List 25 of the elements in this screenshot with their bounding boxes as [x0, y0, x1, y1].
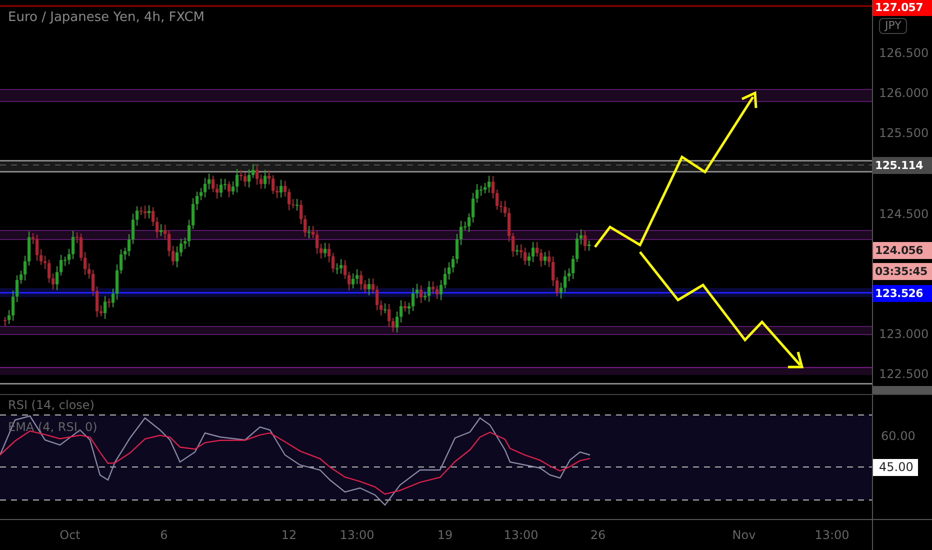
- rsi-tick-label: 60.00: [881, 430, 916, 442]
- price-badge: 03:35:45: [873, 263, 932, 280]
- time-tick-label: 13:00: [814, 529, 850, 541]
- price-tick-label: 126.500: [879, 47, 929, 59]
- time-tick-label: 6: [160, 529, 168, 541]
- rsi-value-badge: 45.00: [873, 459, 918, 476]
- price-tick-label: 122.500: [879, 368, 929, 380]
- price-badge: 123.526: [873, 285, 932, 302]
- time-tick-label: Nov: [732, 529, 756, 541]
- time-tick-label: 12: [281, 529, 297, 541]
- currency-button[interactable]: JPY: [879, 18, 908, 34]
- price-badge: 124.056: [873, 242, 932, 259]
- price-tick-label: 123.000: [879, 328, 929, 340]
- chart-title: Euro / Japanese Yen, 4h, FXCM: [8, 9, 204, 27]
- time-tick-label: 13:00: [504, 529, 538, 541]
- time-tick-label: Oct: [60, 529, 80, 541]
- time-tick-label: 13:00: [340, 529, 374, 541]
- price-tick-label: 126.000: [879, 87, 929, 99]
- price-tick-label: 124.500: [879, 208, 929, 220]
- time-tick-label: 19: [437, 529, 453, 541]
- price-badge: 127.057: [873, 0, 932, 16]
- price-badge: 125.114: [873, 157, 932, 174]
- time-tick-label: 26: [590, 529, 606, 541]
- price-tick-label: 125.500: [879, 127, 929, 139]
- indicator-legend: RSI (14, close): [8, 399, 94, 411]
